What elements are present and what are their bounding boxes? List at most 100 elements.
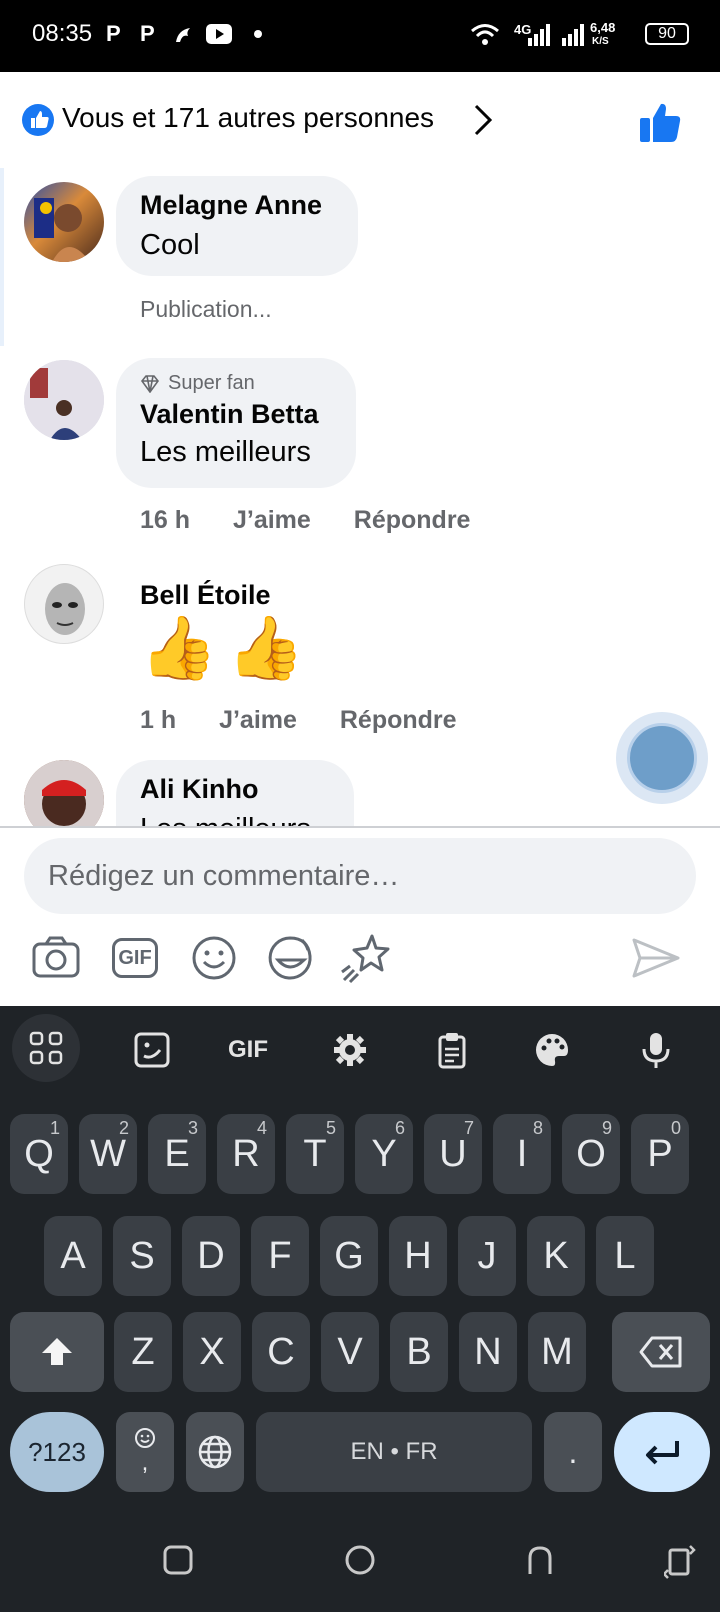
avatar[interactable] [24,182,104,262]
send-icon[interactable] [628,930,684,986]
clipboard-icon[interactable] [424,1022,480,1078]
key-label: T [303,1132,327,1175]
key-f[interactable]: F [251,1216,309,1296]
screen: 08:35 P P 4G 6,48 K/S 90 Vous et 171 aut… [0,0,720,1612]
key-l[interactable]: L [596,1216,654,1296]
recent-apps-icon[interactable] [162,1544,194,1576]
back-icon[interactable] [524,1544,556,1576]
key-label: E [164,1132,190,1175]
key-number-hint: 4 [256,1118,267,1138]
like-action[interactable]: J’aime [219,706,297,734]
key-number-hint: 1 [49,1118,60,1138]
comment-bubble[interactable]: Melagne Anne Cool [116,176,358,276]
key-w[interactable]: W2 [79,1114,137,1194]
avatar[interactable] [24,360,104,440]
key-b[interactable]: B [390,1312,448,1392]
gear-icon[interactable] [322,1022,378,1078]
key-label: L [614,1234,636,1277]
key-label: U [439,1132,467,1175]
key-z[interactable]: Z [114,1312,172,1392]
reply-action[interactable]: Répondre [354,506,471,534]
composer-toolbar: GIF [0,930,720,994]
status-app-icon: P [140,21,155,46]
comment-input[interactable] [48,856,668,896]
shift-key[interactable] [10,1312,104,1392]
key-label: G [334,1234,364,1277]
comment-emoji: 👍👍 [140,614,315,683]
emoji-icon[interactable] [186,930,242,986]
gif-icon[interactable]: GIF [108,930,164,986]
key-k[interactable]: K [527,1216,585,1296]
key-s[interactable]: S [113,1216,171,1296]
key-a[interactable]: A [44,1216,102,1296]
comment-composer[interactable] [24,838,696,914]
comment-bubble[interactable]: Super fan Valentin Betta Les meilleurs [116,358,356,488]
chat-head-bubble[interactable] [616,712,708,804]
key-d[interactable]: D [182,1216,240,1296]
comma-key[interactable]: , [116,1412,174,1492]
sticker-icon[interactable] [124,1022,180,1078]
key-i[interactable]: I8 [493,1114,551,1194]
key-p[interactable]: P0 [631,1114,689,1194]
status-app-icon: P [106,21,121,46]
home-icon[interactable] [344,1544,376,1576]
key-g[interactable]: G [320,1216,378,1296]
camera-icon[interactable] [28,930,84,986]
youtube-icon [206,24,232,44]
avatar[interactable] [24,760,104,826]
shift-arrow-icon [42,1338,72,1365]
key-u[interactable]: U7 [424,1114,482,1194]
key-label: M [541,1330,573,1373]
backspace-key[interactable] [612,1312,710,1392]
key-y[interactable]: Y6 [355,1114,413,1194]
status-time: 08:35 [32,20,93,47]
comment-author[interactable]: Melagne Anne [140,190,334,221]
key-t[interactable]: T5 [286,1114,344,1194]
key-number-hint: 5 [325,1118,336,1138]
palette-icon[interactable] [524,1022,580,1078]
comment-time: 16 h [140,506,191,534]
comment-author[interactable]: Valentin Betta [140,399,332,430]
enter-key[interactable] [614,1412,710,1492]
comment-author[interactable]: Bell Étoile [140,580,271,611]
period-key[interactable]: . [544,1412,602,1492]
rotate-icon[interactable] [664,1544,696,1580]
key-c[interactable]: C [252,1312,310,1392]
key-j[interactable]: J [458,1216,516,1296]
reply-action[interactable]: Répondre [340,706,457,734]
like-thumb-icon[interactable] [636,98,684,146]
superfan-label: Super fan [168,372,255,394]
sticker-icon[interactable] [262,930,318,986]
symbols-key[interactable]: ?123 [10,1412,104,1492]
key-label: J [477,1234,497,1277]
key-label: R [232,1132,260,1175]
language-key[interactable] [186,1412,244,1492]
key-q[interactable]: Q1 [10,1114,68,1194]
battery-indicator: 90 [645,23,689,45]
like-action[interactable]: J’aime [233,506,311,534]
key-m[interactable]: M [528,1312,586,1392]
space-key[interactable]: EN • FR [256,1412,532,1492]
status-bar: 08:35 P P 4G 6,48 K/S 90 [0,0,720,72]
key-h[interactable]: H [389,1216,447,1296]
likes-count-text: Vous et 171 autres personnes [62,102,435,133]
microphone-icon[interactable] [628,1022,684,1078]
avatar-sticker-icon[interactable] [338,930,394,986]
key-r[interactable]: R4 [217,1114,275,1194]
bird-icon [176,28,190,42]
comment-bubble[interactable]: Ali Kinho Les meilleurs [116,760,354,826]
avatar[interactable] [24,564,104,644]
comment-author[interactable]: Ali Kinho [140,774,330,805]
likes-summary[interactable]: Vous et 171 autres personnes [0,88,720,152]
key-label: N [474,1330,502,1373]
key-x[interactable]: X [183,1312,241,1392]
chevron-right-icon [474,104,493,136]
gif-key[interactable]: GIF [220,1022,276,1078]
comment-actions: 16 h J’aime Répondre [140,506,506,535]
key-o[interactable]: O9 [562,1114,620,1194]
key-label: C [267,1330,295,1373]
keyboard-apps-button[interactable] [12,1014,80,1082]
key-v[interactable]: V [321,1312,379,1392]
key-n[interactable]: N [459,1312,517,1392]
key-e[interactable]: E3 [148,1114,206,1194]
